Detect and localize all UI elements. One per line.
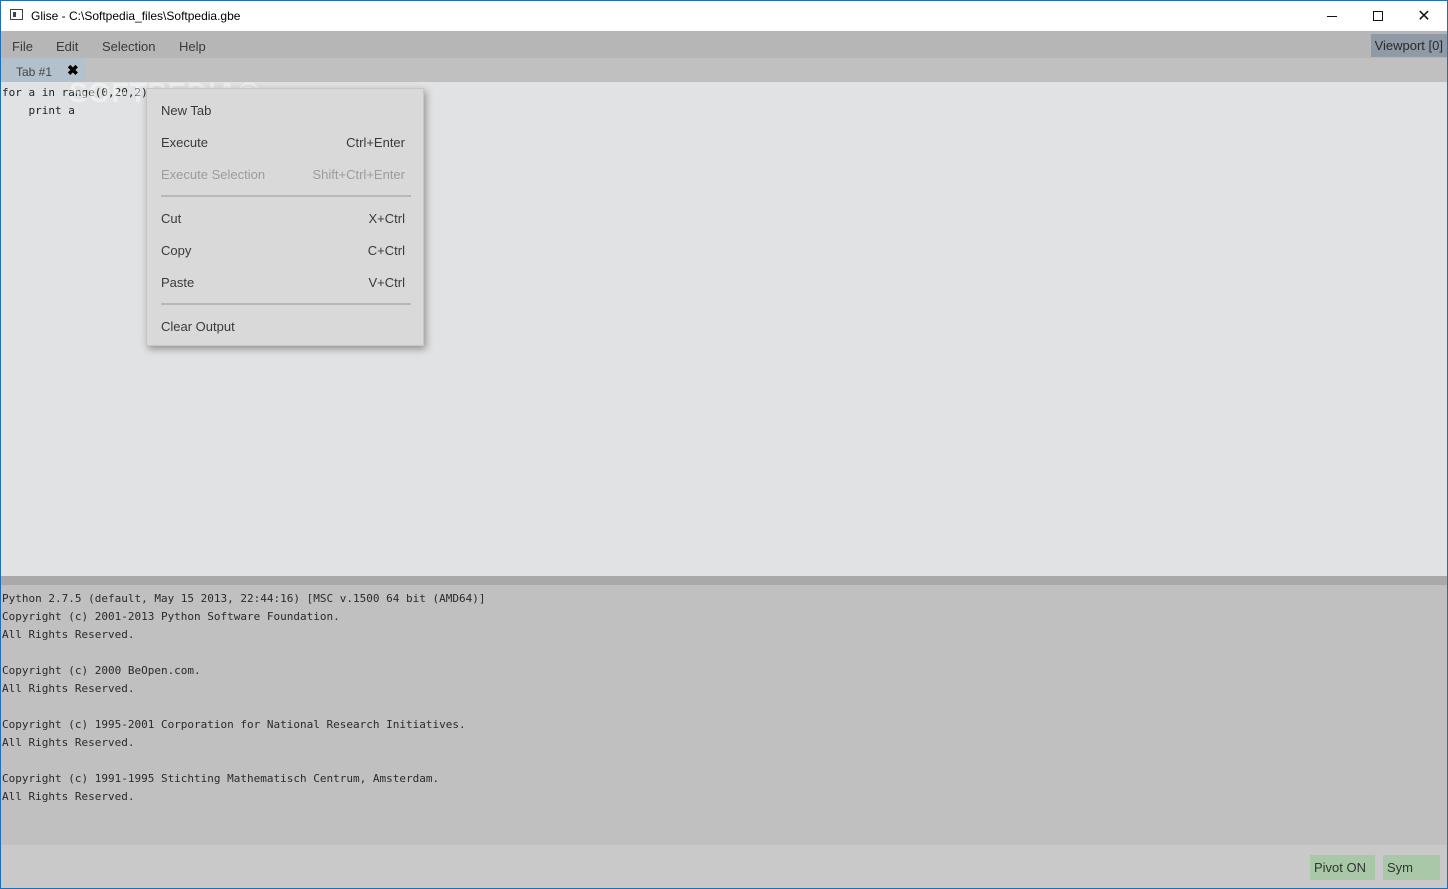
context-menu-execute[interactable]: Execute Ctrl+Enter bbox=[161, 135, 405, 155]
output-line: All Rights Reserved. bbox=[2, 790, 135, 803]
context-menu-clear-output[interactable]: Clear Output bbox=[161, 319, 405, 339]
output-line: Copyright (c) 2000 BeOpen.com. bbox=[2, 664, 201, 677]
close-icon: ✕ bbox=[1417, 8, 1431, 25]
menu-edit[interactable]: Edit bbox=[56, 39, 78, 54]
output-line: Python 2.7.5 (default, May 15 2013, 22:4… bbox=[2, 592, 486, 605]
menu-bar: File Edit Selection Help Viewport [0] bbox=[1, 31, 1447, 58]
close-button[interactable]: ✕ bbox=[1401, 1, 1447, 31]
tab-label: Tab #1 bbox=[16, 65, 53, 79]
viewport-button[interactable]: Viewport [0] bbox=[1370, 34, 1447, 57]
output-line: Copyright (c) 2001-2013 Python Software … bbox=[2, 610, 340, 623]
menu-selection[interactable]: Selection bbox=[102, 39, 155, 54]
context-menu: New Tab Execute Ctrl+Enter Execute Selec… bbox=[146, 88, 424, 346]
app-icon bbox=[10, 9, 23, 20]
code-line: print a bbox=[2, 104, 75, 117]
output-line: Copyright (c) 1991-1995 Stichting Mathem… bbox=[2, 772, 440, 785]
context-menu-label: Execute bbox=[161, 135, 208, 150]
status-bar: Pivot ON Sym ON bbox=[1, 845, 1447, 888]
title-bar: Glise - C:\Softpedia_files\Softpedia.gbe… bbox=[1, 1, 1447, 31]
context-menu-shortcut: Shift+Ctrl+Enter bbox=[312, 167, 406, 182]
menu-file[interactable]: File bbox=[12, 39, 33, 54]
minimize-button[interactable] bbox=[1309, 1, 1355, 31]
context-menu-shortcut: V+Ctrl bbox=[368, 275, 405, 290]
context-menu-separator bbox=[161, 195, 411, 197]
context-menu-label: Cut bbox=[161, 211, 182, 226]
output-line: All Rights Reserved. bbox=[2, 682, 135, 695]
pivot-toggle-button[interactable]: Pivot ON bbox=[1310, 855, 1375, 880]
maximize-button[interactable] bbox=[1355, 1, 1401, 31]
context-menu-label: Clear Output bbox=[161, 319, 235, 334]
maximize-icon bbox=[1373, 11, 1383, 21]
context-menu-shortcut: Ctrl+Enter bbox=[346, 135, 405, 150]
sym-toggle-button[interactable]: Sym ON bbox=[1383, 855, 1440, 888]
minimize-icon bbox=[1327, 15, 1337, 17]
context-menu-execute-selection: Execute Selection Shift+Ctrl+Enter bbox=[161, 167, 405, 187]
context-menu-cut[interactable]: Cut X+Ctrl bbox=[161, 211, 405, 231]
context-menu-paste[interactable]: Paste V+Ctrl bbox=[161, 275, 405, 295]
context-menu-label: Execute Selection bbox=[161, 167, 266, 182]
output-line: All Rights Reserved. bbox=[2, 628, 135, 641]
context-menu-label: New Tab bbox=[161, 103, 212, 118]
output-console: Python 2.7.5 (default, May 15 2013, 22:4… bbox=[1, 585, 1447, 845]
menu-help[interactable]: Help bbox=[179, 39, 206, 54]
app-window: Glise - C:\Softpedia_files\Softpedia.gbe… bbox=[0, 0, 1448, 889]
output-line: Copyright (c) 1995-2001 Corporation for … bbox=[2, 718, 466, 731]
context-menu-label: Copy bbox=[161, 243, 192, 258]
context-menu-shortcut: C+Ctrl bbox=[367, 243, 405, 258]
context-menu-new-tab[interactable]: New Tab bbox=[161, 103, 405, 123]
context-menu-label: Paste bbox=[161, 275, 195, 290]
context-menu-separator bbox=[161, 303, 411, 305]
window-title: Glise - C:\Softpedia_files\Softpedia.gbe bbox=[31, 9, 241, 23]
pane-splitter[interactable] bbox=[1, 576, 1447, 585]
context-menu-copy[interactable]: Copy C+Ctrl bbox=[161, 243, 405, 263]
context-menu-shortcut: X+Ctrl bbox=[368, 211, 405, 226]
output-line: All Rights Reserved. bbox=[2, 736, 135, 749]
